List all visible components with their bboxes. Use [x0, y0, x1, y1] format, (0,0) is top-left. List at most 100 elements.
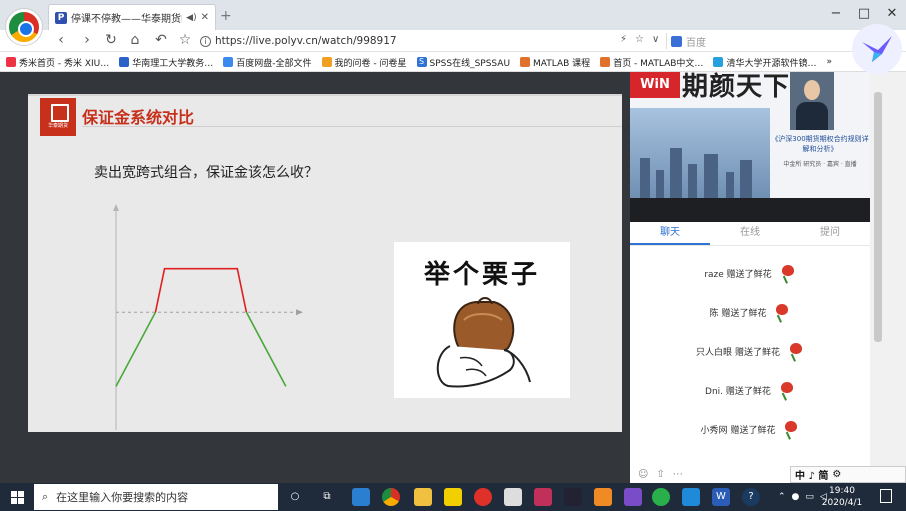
start-button[interactable]	[0, 483, 34, 511]
refresh-icon[interactable]: ↻	[102, 32, 120, 48]
ime-label[interactable]: 中 ♪ 简	[795, 467, 828, 482]
home-icon[interactable]: ⌂	[126, 32, 144, 48]
minimize-button[interactable]: −	[826, 6, 846, 21]
video-controls-bar[interactable]	[630, 198, 870, 222]
taskbar-search-placeholder[interactable]: 在这里输入你要搜索的内容	[56, 489, 188, 505]
bookmark-item[interactable]: 百度网盘-全部文件	[223, 56, 312, 69]
slide-header-line	[28, 94, 622, 96]
bookmarks-more-icon[interactable]: »	[826, 57, 832, 67]
notification-icon[interactable]	[880, 489, 892, 503]
upload-icon[interactable]: ⇧	[656, 469, 664, 480]
address-bar[interactable]: i https://live.polyv.cn/watch/998917	[200, 32, 642, 50]
star-icon[interactable]: ☆	[176, 32, 194, 48]
cortana-icon[interactable]: ○	[286, 488, 304, 506]
folder-icon[interactable]	[414, 488, 432, 506]
chat-message: 只人白眼 赠送了鲜花	[630, 332, 870, 371]
side-panel: WiN 期颜天下 《沪深300期货期权合约规则详解和分析》 中金所 研究员 · …	[630, 72, 870, 483]
orange-app-icon[interactable]	[594, 488, 612, 506]
address-tools: ⚡ ☆ ∨	[620, 34, 659, 45]
building	[704, 154, 718, 198]
slide-divider	[82, 126, 622, 127]
payoff-series-2	[245, 311, 287, 387]
ime-settings-icon[interactable]: ⚙	[832, 469, 841, 480]
undo-icon[interactable]: ↶	[152, 32, 170, 48]
tray-up-icon[interactable]: ⌃	[778, 492, 786, 502]
building	[726, 172, 734, 198]
building	[656, 170, 664, 198]
tab-questions[interactable]: 提问	[790, 222, 870, 245]
windows-logo-icon	[11, 498, 17, 504]
visual-studio-icon[interactable]	[624, 488, 642, 506]
terminal-icon[interactable]	[564, 488, 582, 506]
cloud-icon	[223, 57, 234, 67]
tab-close-icon[interactable]: ✕	[201, 12, 209, 23]
rose-icon	[774, 303, 790, 322]
bookmark-item[interactable]: 华南理工大学教务…	[119, 56, 213, 69]
tray-wechat-icon[interactable]: ●	[792, 492, 800, 502]
bookmark-item[interactable]: MATLAB 课程	[520, 56, 590, 69]
bookmark-icon	[713, 57, 724, 67]
task-view-icon[interactable]: ⧉	[318, 488, 336, 506]
chat-action: 赠送了鲜花	[726, 270, 772, 280]
baseline-arrow	[296, 309, 303, 316]
help-icon[interactable]: ?	[742, 488, 760, 506]
bookmark-item[interactable]: 我的问卷 - 问卷星	[321, 56, 407, 69]
lightning-icon[interactable]: ⚡	[620, 34, 627, 45]
book-meta: 中金所 研究员 · 嘉宾 · 直播	[783, 161, 857, 168]
banner-text: 期颜天下	[682, 72, 791, 102]
emoji-icon[interactable]: ☺	[638, 469, 648, 480]
payoff-series-1	[154, 267, 248, 313]
chat-message: 小秀网 赠送了鲜花	[630, 410, 870, 449]
app-icon[interactable]	[504, 488, 522, 506]
search-box[interactable]: 百度	[666, 33, 846, 49]
browser-tab[interactable]: P 停课不停教——华泰期货的讲座 ◀) ✕	[48, 4, 216, 30]
system-clock[interactable]: 19:40 2020/4/1	[820, 485, 864, 509]
tab-online[interactable]: 在线	[710, 222, 790, 245]
search-icon: ⌕	[42, 490, 49, 503]
url-text[interactable]: https://live.polyv.cn/watch/998917	[215, 35, 397, 47]
new-tab-button[interactable]: +	[220, 8, 232, 24]
chat-action: 赠送了鲜花	[725, 387, 771, 397]
windows-logo-icon	[11, 491, 17, 497]
chat-user: 小秀网	[700, 426, 728, 436]
audio-app-icon[interactable]	[534, 488, 552, 506]
back-icon[interactable]: ‹	[52, 32, 70, 48]
bookmark-item[interactable]: 首页 - MATLAB中文…	[600, 56, 703, 69]
music-icon[interactable]	[474, 488, 492, 506]
tab-title: 停课不停教——华泰期货的讲座	[71, 14, 182, 25]
taskbar: ⌕ 在这里输入你要搜索的内容 ○ ⧉ W ? ⌃ ● ▭ ◁ 19:40 202…	[0, 483, 906, 511]
wechat-icon[interactable]	[652, 488, 670, 506]
forward-icon[interactable]: ›	[78, 32, 96, 48]
matlab-icon	[600, 57, 611, 67]
tab-chat[interactable]: 聊天	[630, 222, 710, 245]
blue-app-icon[interactable]	[682, 488, 700, 506]
bookmark-star-icon[interactable]: ☆	[635, 34, 644, 45]
dropdown-icon[interactable]: ∨	[652, 34, 659, 45]
scroll-thumb[interactable]	[874, 92, 882, 342]
store-icon[interactable]	[352, 488, 370, 506]
more-icon[interactable]: ⋯	[673, 469, 683, 480]
browser-taskbar-icon[interactable]	[382, 488, 400, 506]
close-window-button[interactable]: ✕	[882, 6, 902, 21]
search-placeholder[interactable]: 百度	[686, 34, 706, 49]
bookmark-item[interactable]: 清华大学开源软件镜…	[713, 56, 816, 69]
maximize-button[interactable]: □	[854, 6, 874, 21]
bookmark-icon	[119, 57, 130, 67]
ime-toolbar[interactable]: 中 ♪ 简 ⚙	[790, 466, 906, 483]
page-scrollbar[interactable]	[870, 72, 906, 483]
rose-icon	[788, 342, 804, 361]
bookmark-item[interactable]: 秀米首页 - 秀米 XIU…	[6, 56, 109, 69]
swallow-logo-icon[interactable]	[852, 24, 902, 74]
browser-logo-icon[interactable]	[6, 9, 42, 45]
bookmark-item[interactable]: S SPSS在线_SPSSAU	[416, 56, 510, 69]
speaker-icon[interactable]: ◀)	[186, 13, 196, 23]
chat-action: 赠送了鲜花	[721, 309, 767, 319]
taskbar-search[interactable]: ⌕ 在这里输入你要搜索的内容	[34, 484, 278, 510]
rose-icon	[779, 381, 795, 400]
nav-bar: ‹ › ↻ ⌂ ↶ ☆ i https://live.polyv.cn/watc…	[0, 30, 906, 52]
speaker-portrait	[790, 72, 834, 130]
word-icon[interactable]: W	[712, 488, 730, 506]
network-icon[interactable]: ▭	[805, 492, 814, 502]
notes-icon[interactable]	[444, 488, 462, 506]
video-player[interactable]: WiN 期颜天下 《沪深300期货期权合约规则详解和分析》 中金所 研究员 · …	[630, 72, 870, 222]
